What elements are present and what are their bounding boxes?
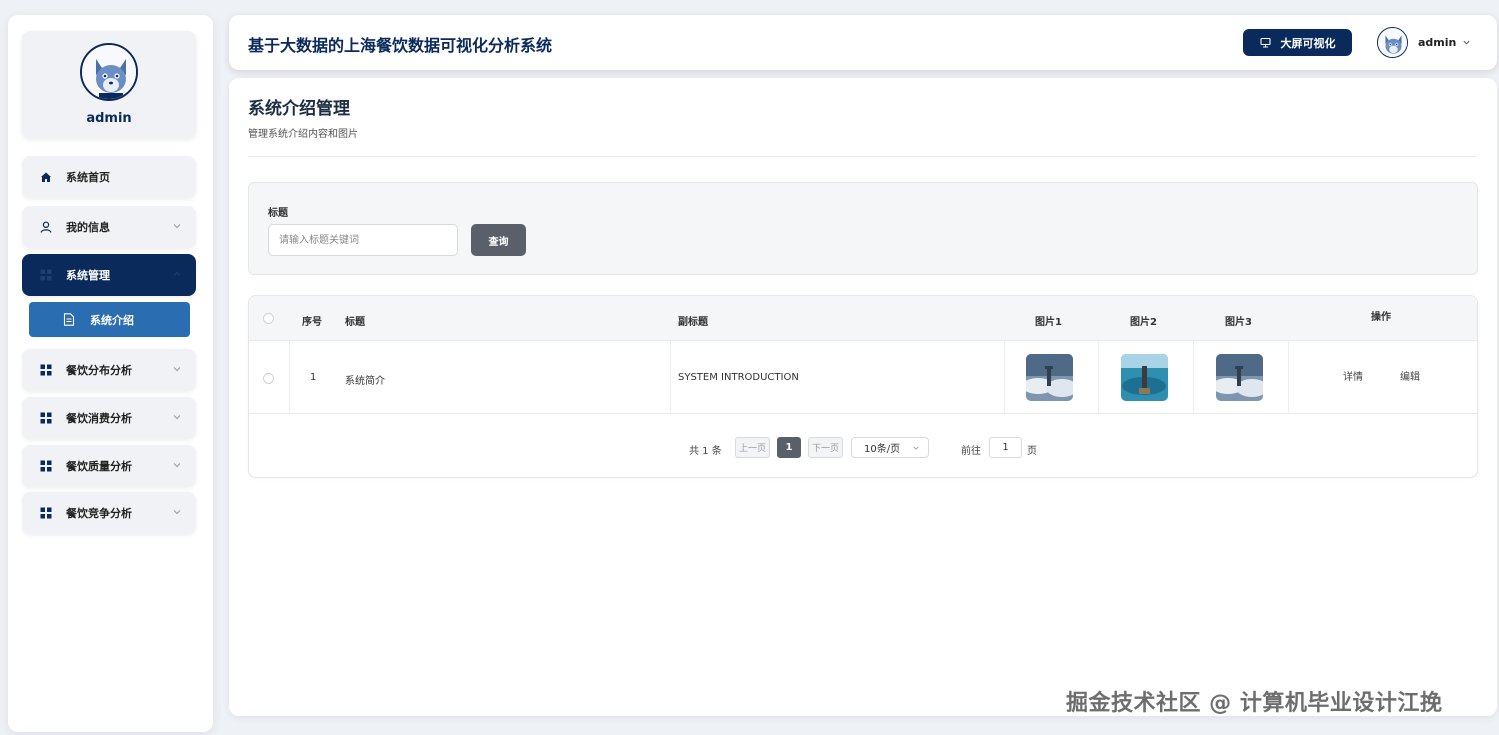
column-header-image3: 图片3: [1225, 317, 1252, 328]
grid-icon: [40, 364, 52, 376]
sidebar-item-label: 餐饮竞争分析: [66, 507, 132, 520]
prev-page-button[interactable]: 上一页: [735, 437, 770, 458]
next-page-button[interactable]: 下一页: [808, 437, 843, 458]
sidebar-item-label: 餐饮分布分析: [66, 364, 132, 377]
home-icon: [40, 171, 52, 183]
sidebar-item-system-management[interactable]: 系统管理: [22, 254, 196, 296]
table-header: 序号 标题 副标题 图片1 图片2 图片3 操作: [249, 296, 1477, 341]
user-icon: [40, 221, 52, 233]
pagination: 共 1 条 上一页 1 下一页 10条/页 前往 页: [249, 414, 1477, 479]
sidebar-item-competition-analysis[interactable]: 餐饮竞争分析: [22, 492, 196, 534]
data-table: 序号 标题 副标题 图片1 图片2 图片3 操作 1 系统简介 SYSTEM I…: [248, 295, 1478, 478]
column-header-image2: 图片2: [1130, 317, 1157, 328]
grid-icon: [40, 460, 52, 472]
chevron-down-icon: [913, 446, 919, 450]
edit-link[interactable]: 编辑: [1400, 368, 1420, 383]
image3-thumbnail[interactable]: [1216, 354, 1263, 401]
bigscreen-button[interactable]: 大屏可视化: [1243, 29, 1352, 56]
sidebar-item-label: 系统首页: [66, 171, 110, 184]
page-size-select[interactable]: 10条/页: [851, 437, 929, 458]
column-header-index: 序号: [302, 317, 322, 328]
header-username[interactable]: admin: [1418, 36, 1456, 49]
column-header-actions: 操作: [1371, 312, 1391, 323]
grid-icon: [40, 269, 52, 281]
divider: [248, 156, 1476, 157]
select-all-checkbox[interactable]: [263, 313, 274, 324]
goto-page-input[interactable]: [989, 437, 1022, 458]
monitor-icon: [1259, 37, 1271, 48]
image1-thumbnail[interactable]: [1026, 354, 1073, 401]
sidebar-item-label: 餐饮质量分析: [66, 460, 132, 473]
app-title: 基于大数据的上海餐饮数据可视化分析系统: [248, 36, 553, 55]
profile-username: admin: [86, 111, 132, 126]
detail-link[interactable]: 详情: [1343, 368, 1363, 383]
sidebar: admin 系统首页 我的信息 系统管理 系统介绍 餐饮分布分析 餐饮消费分析 …: [8, 15, 213, 732]
cell-subtitle: SYSTEM INTRODUCTION: [678, 372, 799, 383]
sidebar-item-consumption-analysis[interactable]: 餐饮消费分析: [22, 397, 196, 439]
sidebar-item-distribution-analysis[interactable]: 餐饮分布分析: [22, 349, 196, 391]
page-size-value: 10条/页: [864, 444, 901, 455]
search-input[interactable]: [268, 224, 458, 256]
image2-thumbnail[interactable]: [1121, 354, 1168, 401]
wolf-avatar-icon: [1378, 28, 1407, 57]
pagination-total: 共 1 条: [689, 446, 722, 457]
avatar[interactable]: [80, 43, 138, 101]
main-content: 系统介绍管理 管理系统介绍内容和图片 标题 查询 序号 标题 副标题 图片1 图…: [229, 78, 1497, 716]
chevron-up-icon: [173, 271, 181, 276]
search-panel: 标题 查询: [248, 182, 1478, 275]
sidebar-item-label: 我的信息: [66, 221, 110, 234]
current-page-button[interactable]: 1: [777, 437, 801, 458]
sidebar-subitem-label: 系统介绍: [90, 313, 134, 327]
chevron-down-icon[interactable]: [1462, 38, 1471, 47]
query-button[interactable]: 查询: [471, 224, 526, 256]
cell-title: 系统简介: [345, 376, 385, 387]
watermark: 掘金技术社区 @ 计算机毕业设计江挽: [1066, 691, 1443, 716]
top-header: 基于大数据的上海餐饮数据可视化分析系统 大屏可视化 admin: [229, 15, 1497, 70]
sidebar-item-label: 系统管理: [66, 269, 110, 282]
chevron-down-icon: [173, 224, 181, 229]
sidebar-subitem-system-intro[interactable]: 系统介绍: [29, 302, 190, 337]
sidebar-item-label: 餐饮消费分析: [66, 412, 132, 425]
chevron-down-icon: [173, 367, 181, 372]
page-title: 系统介绍管理: [248, 99, 350, 119]
column-header-image1: 图片1: [1035, 317, 1062, 328]
document-icon: [63, 313, 75, 326]
header-avatar[interactable]: [1377, 27, 1408, 58]
chevron-down-icon: [173, 510, 181, 515]
goto-label: 前往: [961, 446, 981, 457]
sidebar-item-my-info[interactable]: 我的信息: [22, 206, 196, 248]
column-header-title: 标题: [345, 317, 365, 328]
cell-index: 1: [310, 372, 317, 383]
page-suffix: 页: [1027, 446, 1037, 457]
row-checkbox[interactable]: [263, 373, 274, 384]
sidebar-item-quality-analysis[interactable]: 餐饮质量分析: [22, 445, 196, 487]
profile-card: admin: [22, 31, 196, 138]
wolf-avatar-icon: [82, 45, 136, 99]
bigscreen-label: 大屏可视化: [1280, 36, 1336, 50]
search-label: 标题: [268, 208, 288, 219]
page-subtitle: 管理系统介绍内容和图片: [248, 129, 358, 140]
table-row: 1 系统简介 SYSTEM INTRODUCTION 详情 编辑: [249, 341, 1477, 414]
chevron-down-icon: [173, 463, 181, 468]
column-header-subtitle: 副标题: [678, 317, 708, 328]
grid-icon: [40, 507, 52, 519]
chevron-down-icon: [173, 415, 181, 420]
sidebar-item-home[interactable]: 系统首页: [22, 156, 196, 198]
grid-icon: [40, 412, 52, 424]
